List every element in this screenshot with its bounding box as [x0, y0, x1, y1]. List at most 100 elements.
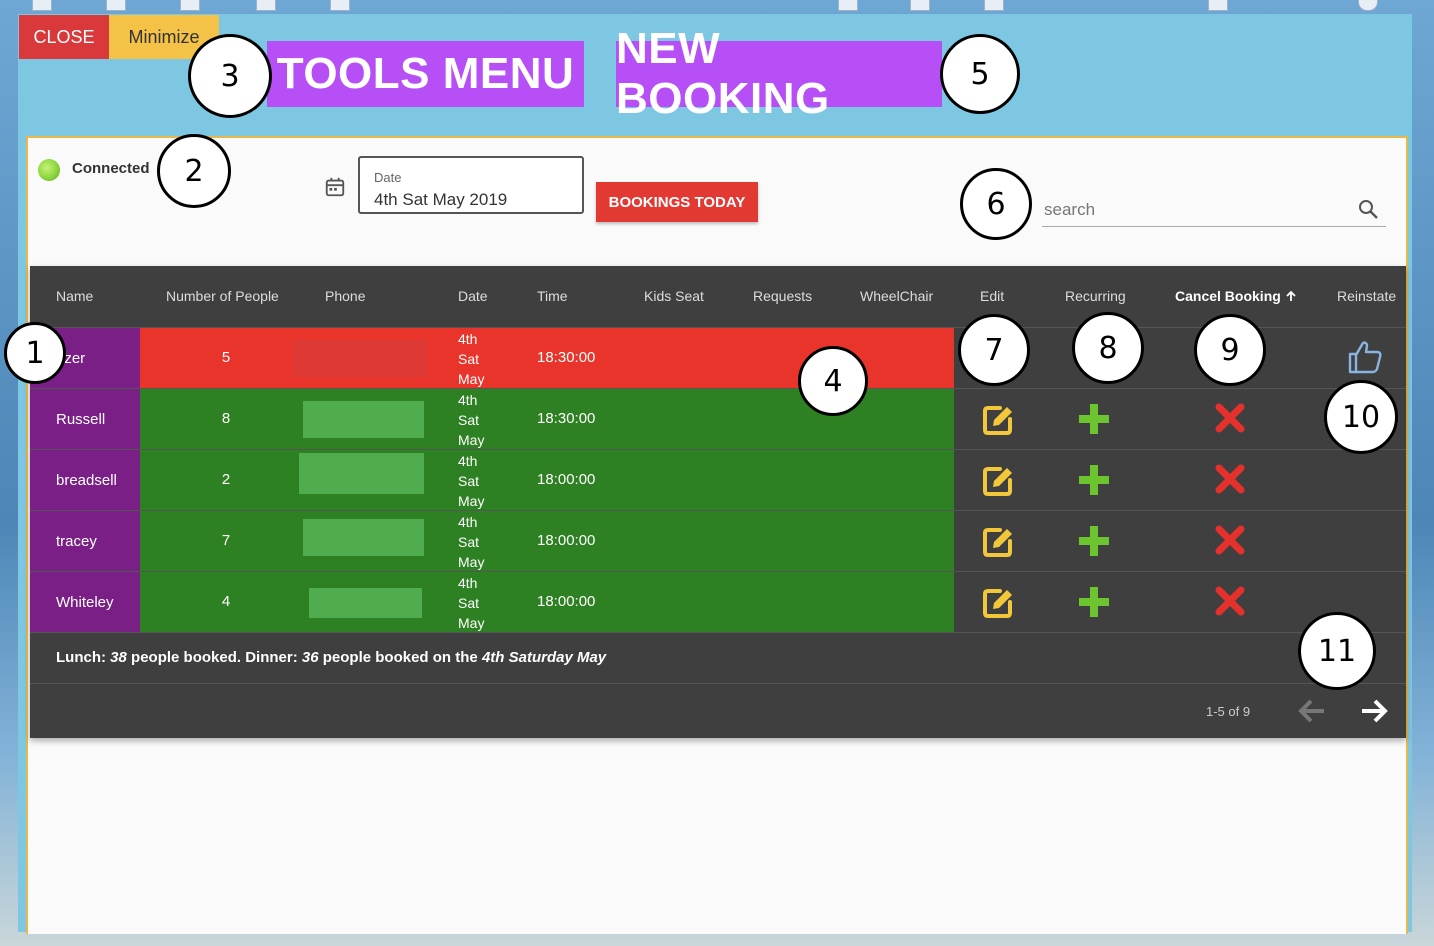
- booking-people: 2: [221, 471, 231, 488]
- header-recurring[interactable]: Recurring: [1065, 288, 1126, 304]
- summary-day: 4th Saturday May: [481, 649, 607, 666]
- summary-lunch-count: 38: [110, 649, 127, 666]
- booking-date-month: May: [458, 615, 485, 631]
- search-input[interactable]: [1042, 194, 1346, 226]
- phone-redacted: [293, 340, 427, 377]
- desktop-icon: [106, 0, 126, 11]
- booking-date-month: May: [458, 432, 485, 448]
- booking-date-weekday: Sat: [458, 351, 480, 367]
- annotation-8: 8: [1072, 312, 1144, 384]
- booking-date: 4th Sat May: [458, 573, 484, 633]
- header-cancel-booking-label: Cancel Booking: [1175, 288, 1281, 304]
- recurring-plus-icon[interactable]: [1076, 401, 1112, 437]
- calendar-icon[interactable]: [324, 176, 346, 198]
- booking-time: 18:30:00: [537, 410, 596, 427]
- booking-people: 5: [221, 349, 231, 366]
- annotation-10: 10: [1324, 380, 1398, 454]
- booking-date: 4th Sat May: [458, 329, 484, 389]
- edit-icon[interactable]: [980, 524, 1016, 560]
- desktop-icon: [984, 0, 1004, 11]
- header-name[interactable]: Name: [56, 288, 93, 304]
- booking-details: 2 4th Sat May 18:00:00: [140, 450, 954, 511]
- header-cancel-booking[interactable]: Cancel Booking: [1175, 288, 1297, 304]
- close-button[interactable]: CLOSE: [19, 15, 109, 59]
- app-window: CLOSE Minimize TOOLS MENU NEW BOOKING Co…: [18, 14, 1412, 934]
- header-reinstate[interactable]: Reinstate: [1337, 288, 1396, 304]
- desktop-icon: [180, 0, 200, 11]
- header-edit[interactable]: Edit: [980, 288, 1004, 304]
- booking-name: Russell: [30, 389, 140, 450]
- arrow-up-icon: [1286, 290, 1296, 301]
- booking-date-month: May: [458, 493, 485, 509]
- bookings-panel: Connected Date 4th Sat May 2019 BOOKINGS…: [26, 136, 1408, 934]
- cancel-booking-icon[interactable]: [1214, 524, 1246, 556]
- booking-date-day: 4th: [458, 453, 478, 469]
- booking-people: 7: [221, 532, 231, 549]
- pagination-range: 1-5 of 9: [1206, 704, 1251, 719]
- header-wheelchair[interactable]: WheelChair: [860, 288, 933, 304]
- booking-time: 18:00:00: [537, 532, 596, 549]
- edit-icon[interactable]: [980, 463, 1016, 499]
- booking-people: 8: [221, 410, 231, 427]
- table-row[interactable]: Russell 8 4th Sat May 18:30:00: [30, 388, 1406, 450]
- desktop-icon: [330, 0, 350, 11]
- annotation-2: 2: [157, 134, 231, 208]
- new-booking-button[interactable]: NEW BOOKING: [616, 24, 942, 123]
- table-row[interactable]: breadsell 2 4th Sat May 18:00:00: [30, 449, 1406, 511]
- annotation-7: 7: [958, 314, 1030, 386]
- booking-time: 18:00:00: [537, 593, 596, 610]
- date-field-value: 4th Sat May 2019: [374, 190, 508, 209]
- search-icon[interactable]: [1356, 197, 1380, 221]
- recurring-plus-icon[interactable]: [1076, 523, 1112, 559]
- desktop-icon: [32, 0, 52, 11]
- recurring-plus-icon[interactable]: [1076, 462, 1112, 498]
- booking-date: 4th Sat May: [458, 512, 484, 572]
- desktop-icon: [1358, 0, 1378, 11]
- connection-status-label: Connected: [72, 160, 150, 177]
- booking-date-day: 4th: [458, 331, 478, 347]
- arrow-right-icon[interactable]: [1358, 697, 1390, 725]
- booking-name: Whiteley: [30, 572, 140, 633]
- cancel-booking-icon[interactable]: [1214, 585, 1246, 617]
- booking-details: 4 4th Sat May 18:00:00: [140, 572, 954, 633]
- recurring-plus-icon[interactable]: [1076, 584, 1112, 620]
- table-row[interactable]: tracey 7 4th Sat May 18:00:00: [30, 510, 1406, 572]
- header-number-of-people[interactable]: Number of People: [166, 288, 279, 304]
- connection-status-icon: [38, 159, 60, 181]
- desktop-icon: [256, 0, 276, 11]
- desktop-icon: [1208, 0, 1228, 11]
- thumbs-up-icon[interactable]: [1346, 338, 1384, 376]
- booking-date-month: May: [458, 554, 485, 570]
- desktop-icon: [910, 0, 930, 11]
- booking-date-weekday: Sat: [458, 534, 480, 550]
- date-field[interactable]: Date 4th Sat May 2019: [358, 156, 584, 214]
- header-requests[interactable]: Requests: [753, 288, 812, 304]
- booking-name: tracey: [30, 511, 140, 572]
- edit-icon[interactable]: [980, 402, 1016, 438]
- cancel-booking-icon[interactable]: [1214, 463, 1246, 495]
- header-kids-seat[interactable]: Kids Seat: [644, 288, 704, 304]
- booking-details: 7 4th Sat May 18:00:00: [140, 511, 954, 572]
- booking-time: 18:30:00: [537, 349, 596, 366]
- header-time[interactable]: Time: [537, 288, 568, 304]
- summary-text-2: people booked on the: [322, 649, 478, 666]
- booking-date-weekday: Sat: [458, 473, 480, 489]
- header-date[interactable]: Date: [458, 288, 488, 304]
- phone-redacted: [303, 401, 424, 438]
- search-box: [1042, 194, 1386, 227]
- cancel-booking-icon[interactable]: [1214, 402, 1246, 434]
- table-row[interactable]: Whiteley 4 4th Sat May 18:00:00: [30, 571, 1406, 633]
- booking-date-weekday: Sat: [458, 412, 480, 428]
- tools-menu-button[interactable]: TOOLS MENU: [267, 41, 584, 107]
- booking-date-day: 4th: [458, 392, 478, 408]
- arrow-left-icon[interactable]: [1296, 697, 1328, 725]
- annotation-3: 3: [188, 34, 272, 118]
- summary-lunch-label: Lunch:: [56, 649, 106, 666]
- edit-icon[interactable]: [980, 585, 1016, 621]
- booking-date-weekday: Sat: [458, 595, 480, 611]
- bookings-today-button[interactable]: BOOKINGS TODAY: [596, 182, 758, 222]
- booking-date-day: 4th: [458, 514, 478, 530]
- booking-name: breadsell: [30, 450, 140, 511]
- header-phone[interactable]: Phone: [325, 288, 365, 304]
- summary-text-1: people booked. Dinner:: [131, 649, 298, 666]
